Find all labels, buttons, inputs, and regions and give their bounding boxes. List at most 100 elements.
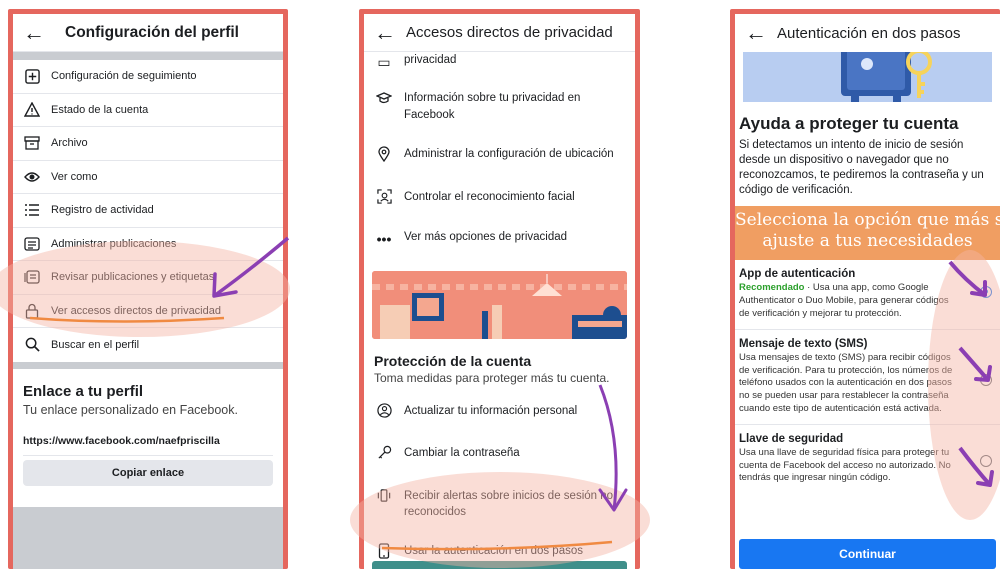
recommended-badge: Recomendado: [739, 282, 805, 294]
privacy-item-label: Información sobre tu privacidad en Faceb…: [404, 92, 581, 121]
protection-item-alerts[interactable]: Recibir alertas sobre inicios de sesión …: [364, 481, 635, 528]
settings-item-label: Revisar publicaciones y etiquetas: [51, 271, 215, 284]
profile-link-subtitle: Tu enlace personalizado en Facebook.: [23, 402, 238, 417]
protection-subtitle: Toma medidas para proteger más tu cuenta…: [374, 370, 610, 385]
profile-settings-screen: ← Configuración del perfil Configuración…: [13, 14, 283, 569]
radio-sms[interactable]: [980, 373, 992, 386]
bottom-gray-area: [13, 507, 283, 569]
divider: [13, 52, 283, 60]
privacy-item-more[interactable]: ••• Ver más opciones de privacidad: [364, 222, 635, 256]
plus-box-icon: [23, 67, 41, 85]
privacy-item-face[interactable]: Controlar el reconocimiento facial: [364, 182, 635, 216]
continue-button[interactable]: Continuar: [739, 539, 996, 569]
header: ← Configuración del perfil: [13, 14, 283, 52]
instruction-banner: Selecciona la opción que más se ajuste a…: [735, 205, 1000, 261]
radio-security-key[interactable]: [980, 454, 992, 467]
page-title: Configuración del perfil: [65, 23, 239, 41]
list-icon: [23, 201, 41, 219]
auth-options: App de autenticación Recomendado · Usa u…: [735, 260, 1000, 493]
profile-url: https://www.facebook.com/naefpriscilla: [23, 435, 273, 456]
banner-line: ajuste a tus necesidades: [762, 231, 973, 251]
phone-privacy-shortcuts: ← Accesos directos de privacidad ▭ priva…: [359, 9, 640, 569]
document-icon: [23, 235, 41, 253]
option-title: Llave de seguridad: [739, 432, 844, 445]
more-dots-icon: •••: [376, 231, 392, 248]
page-title: Accesos directos de privacidad: [406, 24, 613, 41]
protection-item-password[interactable]: Cambiar la contraseña: [364, 438, 635, 472]
privacy-item-info[interactable]: Información sobre tu privacidad en Faceb…: [364, 83, 635, 130]
settings-item-label: Estado de la cuenta: [51, 103, 149, 116]
option-authenticator-app[interactable]: App de autenticación Recomendado · Usa u…: [735, 260, 1000, 330]
privacy-item-label: Ver más opciones de privacidad: [404, 231, 568, 244]
settings-item-label: Ver accesos directos de privacidad: [51, 304, 221, 317]
privacy-shortcuts-screen: ← Accesos directos de privacidad ▭ priva…: [364, 14, 635, 569]
device-icon: ▭: [377, 54, 391, 70]
header: ← Autenticación en dos pasos: [735, 14, 1000, 52]
description: Si detectamos un intento de inicio de se…: [739, 139, 984, 196]
settings-item-label: Configuración de seguimiento: [51, 70, 197, 83]
protection-item-label: Recibir alertas sobre inicios de sesión …: [404, 489, 614, 519]
header: ← Accesos directos de privacidad: [364, 14, 635, 52]
phone-two-factor: ← Autenticación en dos pasos Ayuda a pro…: [730, 9, 1000, 569]
person-icon: [374, 403, 394, 423]
privacy-item-label: privacidad: [404, 54, 457, 66]
protection-title: Protección de la cuenta: [374, 352, 532, 369]
protection-item-label: Actualizar tu información personal: [404, 405, 578, 418]
two-factor-screen: ← Autenticación en dos pasos Ayuda a pro…: [735, 14, 1000, 569]
page-title: Autenticación en dos pasos: [777, 24, 961, 42]
graduation-cap-icon: [374, 90, 394, 110]
eye-icon: [23, 168, 41, 186]
warning-icon: [23, 101, 41, 119]
vibrate-icon: [374, 488, 394, 508]
settings-item-view-as[interactable]: Ver como: [13, 161, 283, 194]
arrow-left-icon[interactable]: ←: [23, 21, 45, 44]
phone-profile-settings: ← Configuración del perfil Configuración…: [8, 9, 288, 569]
option-desc: Usa una llave de seguridad física para p…: [739, 446, 951, 484]
settings-item-follow[interactable]: Configuración de seguimiento: [13, 60, 283, 94]
settings-item-label: Administrar publicaciones: [51, 237, 177, 250]
option-desc: Recomendado · Usa una app, como Google A…: [739, 282, 960, 320]
settings-list: Configuración de seguimiento Estado de l…: [13, 60, 283, 362]
settings-item-account-status[interactable]: Estado de la cuenta: [13, 94, 283, 127]
next-card-peek: [372, 561, 627, 569]
settings-item-activity-log[interactable]: Registro de actividad: [13, 194, 283, 228]
arrow-left-icon[interactable]: ←: [374, 21, 396, 44]
settings-item-review-posts[interactable]: Revisar publicaciones y etiquetas: [13, 261, 283, 295]
heading: Ayuda a proteger tu cuenta: [739, 114, 959, 133]
privacy-item-location[interactable]: Administrar la configuración de ubicació…: [364, 139, 635, 174]
protection-list: Actualizar tu información personal Cambi…: [364, 396, 635, 569]
banner-line: Selecciona la opción que más se: [735, 209, 1000, 230]
option-desc: Usa mensajes de texto (SMS) para recibir…: [739, 351, 953, 414]
protection-item-personal-info[interactable]: Actualizar tu información personal: [364, 396, 635, 430]
option-sms[interactable]: Mensaje de texto (SMS) Usa mensajes de t…: [735, 330, 1000, 425]
lock-icon: [23, 302, 41, 320]
protection-illustration: [372, 270, 627, 339]
privacy-item-label: Administrar la configuración de ubicació…: [404, 147, 614, 160]
arrow-left-icon[interactable]: ←: [745, 22, 767, 44]
copy-link-button[interactable]: Copiar enlace: [23, 459, 273, 486]
option-title: App de autenticación: [739, 268, 856, 281]
review-icon: [23, 268, 41, 286]
protection-item-label: Usar la autenticación en dos pasos: [404, 545, 583, 558]
location-pin-icon: [374, 146, 394, 167]
privacy-item-partial[interactable]: ▭ privacidad: [364, 48, 635, 79]
privacy-item-label: Controlar el reconocimiento facial: [404, 190, 575, 203]
profile-link-title: Enlace a tu perfil: [23, 382, 144, 400]
protection-item-label: Cambiar la contraseña: [404, 447, 520, 460]
tutorial-canvas: ← Configuración del perfil Configuración…: [0, 0, 1000, 572]
key-icon: [374, 445, 394, 465]
settings-item-search-profile[interactable]: Buscar en el perfil: [13, 328, 283, 362]
settings-item-manage-posts[interactable]: Administrar publicaciones: [13, 228, 283, 261]
settings-item-label: Ver como: [51, 170, 98, 183]
search-icon: [23, 336, 41, 354]
safe-illustration: [743, 52, 992, 102]
face-scan-icon: [374, 189, 394, 209]
option-security-key[interactable]: Llave de seguridad Usa una llave de segu…: [735, 425, 1000, 493]
radio-authenticator-app[interactable]: [980, 286, 992, 299]
privacy-list: ▭ privacidad Información sobre tu privac…: [364, 48, 635, 257]
settings-item-privacy-shortcuts[interactable]: Ver accesos directos de privacidad: [13, 295, 283, 328]
settings-item-archive[interactable]: Archivo: [13, 127, 283, 161]
option-title: Mensaje de texto (SMS): [739, 337, 868, 350]
settings-item-label: Buscar en el perfil: [51, 338, 140, 351]
settings-item-label: Archivo: [51, 137, 88, 150]
